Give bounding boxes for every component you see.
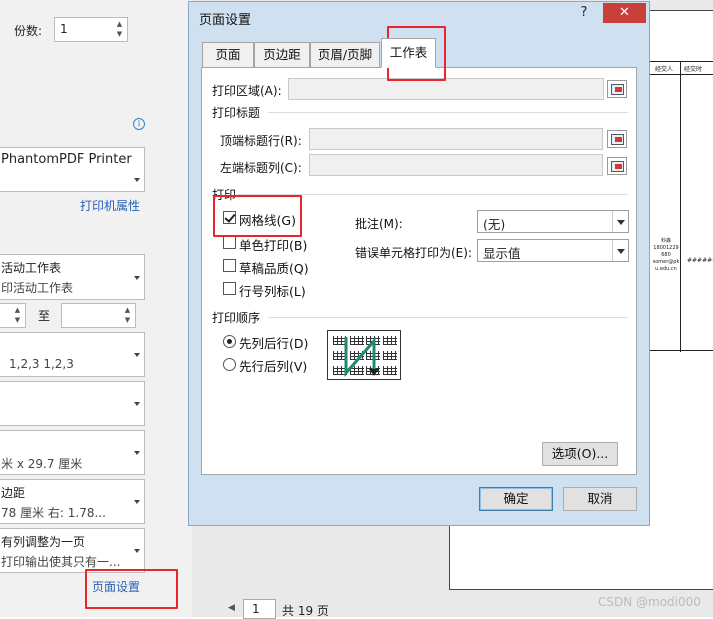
tab-sheet[interactable]: 工作表 bbox=[381, 38, 436, 68]
table-header-cell: 经交人 bbox=[655, 66, 674, 73]
range-to-label: 至 bbox=[38, 309, 51, 323]
collate-value: 1,2,3 1,2,3 bbox=[9, 357, 74, 371]
over-then-down-radio[interactable] bbox=[223, 358, 236, 371]
copies-label: 份数: bbox=[14, 24, 43, 38]
print-titles-section: 打印标题 bbox=[212, 106, 261, 120]
print-what-line2: 印活动工作表 bbox=[1, 281, 74, 295]
total-pages: 共 19 页 bbox=[282, 604, 329, 618]
printer-select[interactable]: PhantomPDF Printer bbox=[0, 147, 145, 192]
down-then-over-label[interactable]: 先列后行(D) bbox=[239, 333, 308, 352]
left-cols-label: 左端标题列(C): bbox=[220, 161, 302, 175]
page-to-stepper[interactable]: ▲ ▼ bbox=[61, 303, 136, 328]
margins-line1: 边距 bbox=[1, 486, 26, 500]
highlight-box-gridlines bbox=[213, 195, 302, 237]
paper-size-value: 米 x 29.7 厘米 bbox=[1, 457, 83, 471]
errors-value: 显示值 bbox=[483, 246, 521, 261]
rowcol-checkbox[interactable] bbox=[223, 282, 236, 295]
chevron-down-icon bbox=[134, 276, 140, 280]
errors-label: 错误单元格打印为(E): bbox=[355, 246, 472, 260]
chevron-down-icon bbox=[134, 402, 140, 406]
table-cell: 科森 18001229 680 somer@pk u.edu.cn bbox=[652, 238, 680, 272]
tab-page[interactable]: 页面 bbox=[202, 42, 254, 67]
print-area-label: 打印区域(A): bbox=[212, 84, 282, 98]
paper-size-select[interactable]: 米 x 29.7 厘米 bbox=[0, 430, 145, 475]
current-page-input[interactable]: 1 bbox=[243, 599, 276, 619]
info-icon[interactable]: i bbox=[133, 118, 145, 130]
print-what-select[interactable]: 活动工作表 印活动工作表 bbox=[0, 254, 145, 300]
order-arrow-icon bbox=[344, 337, 379, 377]
spin-arrows-icon[interactable]: ▲ ▼ bbox=[12, 305, 23, 326]
print-area-input[interactable] bbox=[288, 78, 604, 100]
cancel-button[interactable]: 取消 bbox=[563, 487, 637, 511]
draft-checkbox[interactable] bbox=[223, 259, 236, 272]
mono-label[interactable]: 单色打印(B) bbox=[239, 235, 307, 254]
tab-header-footer[interactable]: 页眉/页脚 bbox=[310, 42, 380, 67]
chevron-down-icon bbox=[134, 549, 140, 553]
print-order-section: 打印顺序 bbox=[212, 311, 261, 325]
errors-select[interactable]: 显示值 bbox=[477, 239, 629, 262]
margins-select[interactable]: 边距 78 厘米 右: 1.78... bbox=[0, 479, 145, 524]
table-cell: ###### bbox=[687, 257, 713, 264]
copies-stepper[interactable]: 1 ▲ ▼ bbox=[54, 17, 128, 42]
page-from-stepper[interactable]: ▲ ▼ bbox=[0, 303, 26, 328]
top-rows-label: 顶端标题行(R): bbox=[220, 134, 302, 148]
margins-line2: 78 厘米 右: 1.78... bbox=[1, 506, 106, 520]
highlight-box-page-setup bbox=[85, 569, 178, 609]
over-then-down-label[interactable]: 先行后列(V) bbox=[239, 356, 307, 375]
page-order-preview-icon bbox=[327, 330, 401, 380]
current-page-value: 1 bbox=[252, 602, 260, 616]
rowcol-label[interactable]: 行号列标(L) bbox=[239, 281, 306, 300]
tab-margins[interactable]: 页边距 bbox=[254, 42, 310, 67]
prev-page-icon[interactable]: ◀ bbox=[228, 603, 235, 613]
watermark: CSDN @modi000 bbox=[598, 595, 701, 609]
chevron-down-icon bbox=[134, 353, 140, 357]
ok-button[interactable]: 确定 bbox=[479, 487, 553, 511]
help-button[interactable]: ? bbox=[569, 3, 599, 23]
chevron-down-icon bbox=[612, 211, 628, 232]
sheet-tab-panel: 打印区域(A): 打印标题 顶端标题行(R): 左端标题列(C): 打印 网格线… bbox=[201, 67, 637, 475]
range-select-icon[interactable] bbox=[607, 157, 627, 175]
table-header-line bbox=[649, 74, 713, 75]
range-select-icon[interactable] bbox=[607, 130, 627, 148]
scaling-line2: 打印输出使其只有一... bbox=[1, 555, 121, 569]
scaling-select[interactable]: 有列调整为一页 打印输出使其只有一... bbox=[0, 528, 145, 573]
chevron-down-icon bbox=[134, 451, 140, 455]
table-header-cell: 经交时 bbox=[684, 66, 703, 73]
range-select-icon[interactable] bbox=[607, 80, 627, 98]
spin-arrows-icon[interactable]: ▲ ▼ bbox=[114, 19, 125, 40]
options-button[interactable]: 选项(O)... bbox=[542, 442, 618, 466]
chevron-down-icon bbox=[612, 240, 628, 261]
dialog-title: 页面设置 bbox=[199, 13, 252, 28]
section-divider bbox=[268, 317, 628, 318]
printer-properties-link[interactable]: 打印机属性 bbox=[80, 197, 140, 214]
table-line bbox=[680, 62, 681, 352]
mono-checkbox[interactable] bbox=[223, 236, 236, 249]
comments-select[interactable]: (无) bbox=[477, 210, 629, 233]
spin-arrows-icon[interactable]: ▲ ▼ bbox=[122, 305, 133, 326]
collate-select[interactable]: 1,2,3 1,2,3 bbox=[0, 332, 145, 377]
close-button[interactable]: ✕ bbox=[603, 3, 646, 23]
print-settings-panel: 份数: 1 ▲ ▼ i PhantomPDF Printer 打印机属性 活动工作… bbox=[0, 0, 192, 617]
printer-name: PhantomPDF Printer bbox=[1, 152, 132, 167]
orientation-select[interactable] bbox=[0, 381, 145, 426]
comments-label: 批注(M): bbox=[355, 217, 403, 231]
section-divider bbox=[268, 112, 628, 113]
top-rows-input[interactable] bbox=[309, 128, 603, 150]
down-then-over-radio[interactable] bbox=[223, 335, 236, 348]
copies-value: 1 bbox=[60, 22, 68, 36]
scaling-line1: 有列调整为一页 bbox=[1, 535, 86, 549]
draft-label[interactable]: 草稿品质(Q) bbox=[239, 258, 309, 277]
chevron-down-icon bbox=[134, 500, 140, 504]
chevron-down-icon bbox=[134, 178, 140, 182]
comments-value: (无) bbox=[483, 217, 506, 232]
left-cols-input[interactable] bbox=[309, 154, 603, 176]
print-what-line1: 活动工作表 bbox=[1, 261, 62, 275]
